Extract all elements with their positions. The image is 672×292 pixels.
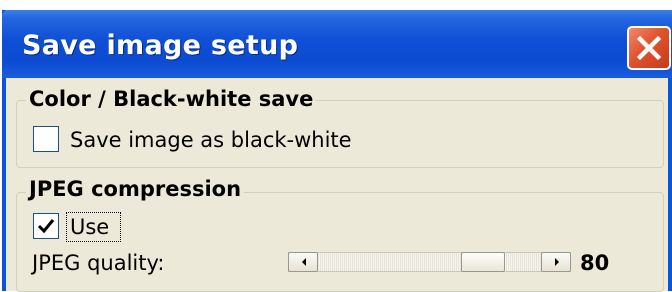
jpeg-quality-slider[interactable]	[288, 252, 571, 272]
close-icon	[636, 35, 662, 61]
slider-right-arrow[interactable]	[541, 252, 571, 272]
scroll-left-icon	[302, 258, 306, 266]
scroll-right-icon	[555, 258, 559, 266]
save-bw-label[interactable]: Save image as black-white	[70, 128, 352, 152]
checkmark-icon	[37, 219, 55, 234]
jpeg-quality-value: 80	[580, 251, 610, 275]
window-title: Save image setup	[22, 30, 299, 61]
use-jpeg-checkbox[interactable]	[33, 213, 59, 239]
save-image-setup-dialog: Save image setup Color / Black-white sav…	[2, 10, 672, 292]
jpeg-compression-group-legend: JPEG compression	[26, 177, 245, 201]
title-bar[interactable]: Save image setup	[2, 10, 672, 78]
slider-left-arrow[interactable]	[288, 252, 318, 272]
jpeg-quality-label: JPEG quality:	[32, 251, 165, 275]
use-jpeg-label[interactable]: Use	[70, 215, 109, 239]
color-bw-group-legend: Color / Black-white save	[26, 87, 317, 111]
slider-thumb[interactable]	[460, 252, 505, 272]
close-button[interactable]	[627, 26, 671, 70]
jpeg-compression-group	[16, 192, 664, 292]
save-bw-checkbox[interactable]	[33, 126, 59, 152]
